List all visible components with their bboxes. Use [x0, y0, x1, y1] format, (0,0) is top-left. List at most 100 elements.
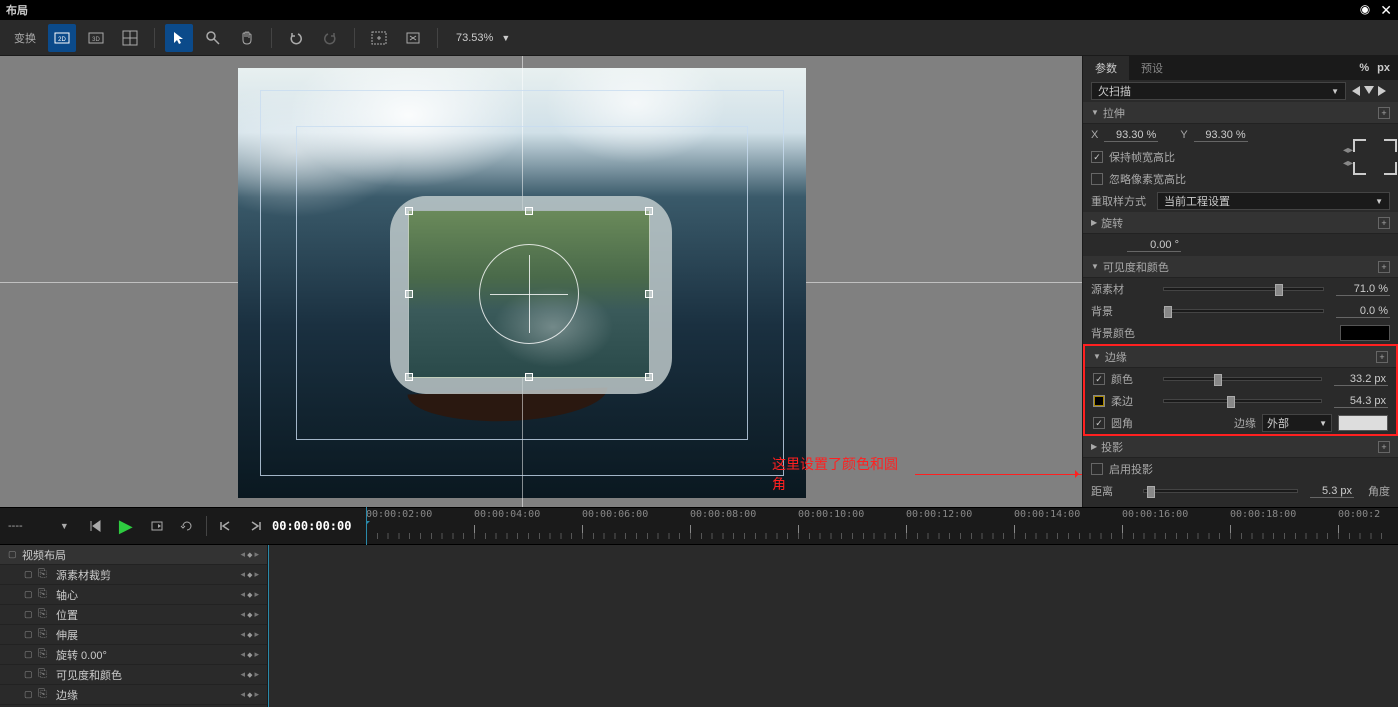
stretch-x-input[interactable]: 93.30 % — [1104, 129, 1158, 142]
track-row[interactable]: ▢⎘轴心◂◆▸ — [0, 585, 267, 605]
ruler-mark: 00:00:08:00 — [690, 509, 798, 520]
track-row[interactable]: ▢⎘旋转 0.00°◂◆▸ — [0, 645, 267, 665]
rotate-input[interactable]: 0.00 ° — [1127, 239, 1181, 252]
safe-area-button[interactable] — [365, 24, 393, 52]
shadow-distance-value[interactable]: 5.3 px — [1310, 485, 1354, 498]
resize-handle[interactable] — [525, 207, 533, 215]
current-timecode[interactable]: 00:00:00:00 — [272, 519, 362, 533]
tab-params[interactable]: 参数 — [1083, 56, 1129, 80]
add-keyframe-icon[interactable]: + — [1378, 107, 1390, 119]
window-settings-icon[interactable]: ◉ — [1360, 2, 1370, 19]
track-row[interactable]: ▢⎘可见度和颜色◂◆▸ — [0, 665, 267, 685]
edge-mode-dropdown[interactable]: 外部▼ — [1262, 414, 1332, 432]
link-icon[interactable]: ⎘ — [38, 608, 52, 621]
prev-key-button[interactable] — [213, 513, 238, 539]
link-icon[interactable]: ⎘ — [38, 588, 52, 601]
section-stretch[interactable]: ▼拉伸 + — [1083, 102, 1398, 124]
border-color-checkbox[interactable] — [1093, 373, 1105, 385]
svg-text:2D: 2D — [58, 37, 66, 43]
rotation-indicator[interactable] — [479, 244, 579, 344]
add-keyframe-icon[interactable]: + — [1378, 261, 1390, 273]
resize-handle[interactable] — [405, 373, 413, 381]
loop-button[interactable] — [175, 513, 200, 539]
mode-3d-button[interactable]: 3D — [82, 24, 110, 52]
section-shadow[interactable]: ▶投影 + — [1083, 436, 1398, 458]
border-soft-value[interactable]: 54.3 px — [1334, 395, 1388, 408]
bg-opacity-value[interactable]: 0.0 % — [1336, 305, 1390, 318]
resize-handle[interactable] — [405, 207, 413, 215]
section-rotate[interactable]: ▶旋转 + — [1083, 212, 1398, 234]
transform-label: 变换 — [8, 30, 42, 46]
track-lanes[interactable] — [268, 545, 1398, 707]
redo-button[interactable] — [316, 24, 344, 52]
chevron-down-icon[interactable]: ▼ — [52, 513, 77, 539]
border-color-slider[interactable] — [1163, 377, 1322, 381]
link-icon[interactable]: ⎘ — [38, 628, 52, 641]
annotation-text: 这里设置了颜色和圆角 — [772, 454, 1082, 494]
link-xy-icon[interactable]: ◂▸◂▸ — [1343, 145, 1353, 169]
track-root[interactable]: ▢ 视频布局 ◂◆▸ — [0, 545, 267, 565]
resample-dropdown[interactable]: 当前工程设置▼ — [1157, 192, 1390, 210]
link-icon[interactable]: ⎘ — [38, 568, 52, 581]
mode-grid-button[interactable] — [116, 24, 144, 52]
link-icon[interactable]: ⎘ — [38, 688, 52, 701]
ruler-mark: 00:00:04:00 — [474, 509, 582, 520]
tab-presets[interactable]: 预设 — [1129, 56, 1175, 80]
next-key-button[interactable] — [243, 513, 268, 539]
shadow-enable-checkbox[interactable] — [1091, 463, 1103, 475]
playhead[interactable] — [366, 507, 367, 545]
bg-color-swatch[interactable] — [1340, 325, 1390, 341]
add-keyframe-icon[interactable]: + — [1376, 351, 1388, 363]
border-soft-slider[interactable] — [1163, 399, 1322, 403]
border-rounded-checkbox[interactable] — [1093, 417, 1105, 429]
next-frame-button[interactable] — [144, 513, 169, 539]
track-row[interactable]: ▢⎘源素材裁剪◂◆▸ — [0, 565, 267, 585]
zoom-tool-button[interactable] — [199, 24, 227, 52]
selection-box[interactable] — [408, 210, 650, 378]
resize-handle[interactable] — [645, 290, 653, 298]
aspect-icons[interactable] — [1352, 86, 1390, 96]
bg-opacity-slider[interactable] — [1163, 309, 1324, 313]
source-opacity-slider[interactable] — [1163, 287, 1324, 291]
canvas-viewport[interactable]: 这里设置了颜色和圆角 — [0, 56, 1082, 507]
resize-handle[interactable] — [645, 207, 653, 215]
unit-percent[interactable]: % — [1359, 62, 1369, 74]
window-title: 布局 — [6, 2, 28, 18]
stretch-y-input[interactable]: 93.30 % — [1194, 129, 1248, 142]
play-button[interactable]: ▶ — [113, 513, 138, 539]
section-border[interactable]: ▼边缘 + — [1085, 346, 1396, 368]
pointer-tool-button[interactable] — [165, 24, 193, 52]
add-keyframe-icon[interactable]: + — [1378, 441, 1390, 453]
fit-corners[interactable] — [1353, 139, 1397, 175]
zoom-dropdown[interactable]: 73.53% ▼ — [448, 32, 518, 44]
prev-frame-button[interactable] — [83, 513, 108, 539]
ruler-mark: 00:00:14:00 — [1014, 509, 1122, 520]
crop-button[interactable] — [399, 24, 427, 52]
ruler-mark: 00:00:12:00 — [906, 509, 1014, 520]
track-selector[interactable]: ---- — [8, 520, 46, 532]
border-soft-checkbox[interactable] — [1093, 395, 1105, 407]
link-icon[interactable]: ⎘ — [38, 648, 52, 661]
section-visibility[interactable]: ▼可见度和颜色 + — [1083, 256, 1398, 278]
unit-px[interactable]: px — [1377, 62, 1390, 74]
undo-button[interactable] — [282, 24, 310, 52]
border-color-swatch[interactable] — [1338, 415, 1388, 431]
track-row[interactable]: ▢⎘位置◂◆▸ — [0, 605, 267, 625]
track-row[interactable]: ▢⎘伸展◂◆▸ — [0, 625, 267, 645]
resize-handle[interactable] — [645, 373, 653, 381]
track-row[interactable]: ▢⎘边缘◂◆▸ — [0, 685, 267, 705]
window-close-icon[interactable]: ✕ — [1380, 2, 1392, 19]
source-opacity-value[interactable]: 71.0 % — [1336, 283, 1390, 296]
add-keyframe-icon[interactable]: + — [1378, 217, 1390, 229]
resize-handle[interactable] — [405, 290, 413, 298]
link-icon[interactable]: ⎘ — [38, 668, 52, 681]
shadow-distance-slider[interactable] — [1143, 489, 1298, 493]
keep-aspect-checkbox[interactable] — [1091, 151, 1103, 163]
timeline-ruler[interactable]: 00:00:02:0000:00:04:0000:00:06:0000:00:0… — [366, 507, 1390, 545]
overscan-dropdown[interactable]: 欠扫描▼ — [1091, 82, 1346, 100]
resize-handle[interactable] — [525, 373, 533, 381]
hand-tool-button[interactable] — [233, 24, 261, 52]
mode-2d-button[interactable]: 2D — [48, 24, 76, 52]
border-color-value[interactable]: 33.2 px — [1334, 373, 1388, 386]
ignore-par-checkbox[interactable] — [1091, 173, 1103, 185]
